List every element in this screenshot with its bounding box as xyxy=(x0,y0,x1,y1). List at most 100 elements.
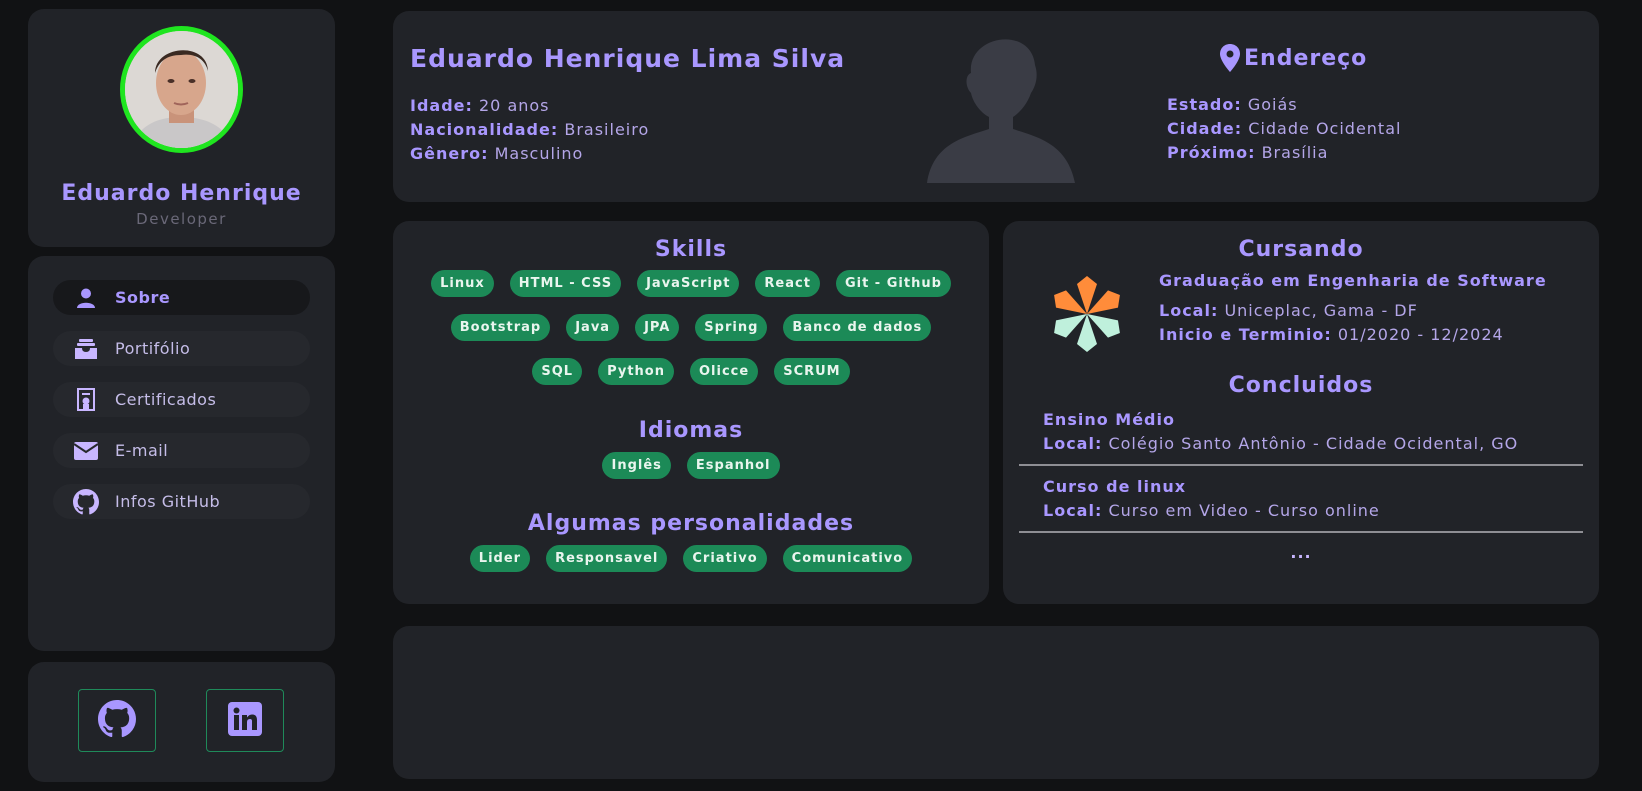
nav-item-portifolio[interactable]: Portifólio xyxy=(53,331,310,366)
course-local-label: Local: xyxy=(1159,301,1219,320)
skills-row-1: Linux HTML - CSS JavaScript React Git - … xyxy=(393,270,989,297)
completed-local-value: Colégio Santo Antônio - Cidade Ocidental… xyxy=(1108,434,1519,453)
state-value: Goiás xyxy=(1247,95,1298,114)
nationality-label: Nacionalidade: xyxy=(410,120,559,139)
language-chip: Inglês xyxy=(602,452,671,479)
nav-label-certificados: Certificados xyxy=(115,390,217,409)
trait-chip: Criativo xyxy=(683,545,767,572)
skill-chip: JPA xyxy=(635,314,680,341)
nav-item-certificados[interactable]: Certificados xyxy=(53,382,310,417)
envelope-icon xyxy=(73,438,99,464)
state-label: Estado: xyxy=(1167,95,1242,114)
traits-title: Algumas personalidades xyxy=(527,511,855,536)
skill-chip: Bootstrap xyxy=(450,314,551,341)
github-icon xyxy=(73,488,99,515)
sidebar-nav: Sobre Portifólio Certificados E-mail Inf… xyxy=(28,256,335,651)
nav-label-infos-github: Infos GitHub xyxy=(115,492,221,511)
skill-chip: Linux xyxy=(431,270,494,297)
completed-item-local: Local: Curso em Video - Curso online xyxy=(1043,501,1380,520)
profile-role: Developer xyxy=(136,210,227,228)
github-link-button[interactable] xyxy=(78,689,156,752)
map-pin-icon xyxy=(1220,44,1240,72)
certificate-icon xyxy=(73,387,99,413)
course-period-line: Inicio e Terminio: 01/2020 - 12/2024 xyxy=(1159,325,1504,344)
completed-local-label: Local: xyxy=(1043,501,1103,520)
age-value: 20 anos xyxy=(479,96,550,115)
avatar xyxy=(120,26,243,153)
age-line: Idade: 20 anos xyxy=(410,96,550,115)
skill-chip: Python xyxy=(598,358,674,385)
gender-value: Masculino xyxy=(494,144,584,163)
nav-item-email[interactable]: E-mail xyxy=(53,433,310,468)
nationality-value: Brasileiro xyxy=(564,120,650,139)
completed-local-label: Local: xyxy=(1043,434,1103,453)
address-title: Endereço xyxy=(1220,44,1367,72)
near-value: Brasília xyxy=(1261,143,1329,162)
personal-info-card: Eduardo Henrique Lima Silva Idade: 20 an… xyxy=(393,11,1599,202)
skill-chip: Olicce xyxy=(690,358,759,385)
inbox-icon xyxy=(73,336,99,362)
trait-chip: Comunicativo xyxy=(782,545,913,572)
city-value: Cidade Ocidental xyxy=(1248,119,1402,138)
skill-chip: React xyxy=(755,270,820,297)
profile-name: Eduardo Henrique xyxy=(61,181,302,206)
course-period-label: Inicio e Terminio: xyxy=(1159,325,1332,344)
current-course-title: Cursando xyxy=(1238,237,1364,262)
nav-label-email: E-mail xyxy=(115,441,169,460)
skill-chip: JavaScript xyxy=(637,270,740,297)
skills-row-2: Bootstrap Java JPA Spring Banco de dados xyxy=(393,314,989,341)
skills-row-3: SQL Python Olicce SCRUM xyxy=(393,358,989,385)
gender-label: Gênero: xyxy=(410,144,489,163)
user-icon xyxy=(73,285,99,311)
social-card xyxy=(28,662,335,782)
nav-item-infos-github[interactable]: Infos GitHub xyxy=(53,484,310,519)
skill-chip: SQL xyxy=(532,358,583,385)
course-local-line: Local: Uniceplac, Gama - DF xyxy=(1159,301,1418,320)
state-line: Estado: Goiás xyxy=(1167,95,1298,114)
language-chip: Espanhol xyxy=(686,452,780,479)
city-line: Cidade: Cidade Ocidental xyxy=(1167,119,1401,138)
person-silhouette-icon xyxy=(927,25,1075,187)
course-name: Graduação em Engenharia de Software xyxy=(1159,271,1547,290)
city-label: Cidade: xyxy=(1167,119,1243,138)
completed-item-local: Local: Colégio Santo Antônio - Cidade Oc… xyxy=(1043,434,1518,453)
divider xyxy=(1019,531,1583,533)
full-name: Eduardo Henrique Lima Silva xyxy=(410,44,846,73)
divider xyxy=(1019,464,1583,466)
gender-line: Gênero: Masculino xyxy=(410,144,583,163)
trait-chip: Lider xyxy=(469,545,531,572)
completed-item-name: Curso de linux xyxy=(1043,477,1187,496)
skill-chip: Java xyxy=(566,314,620,341)
languages-title: Idiomas xyxy=(638,418,744,443)
content-panel xyxy=(393,626,1599,779)
skill-chip: SCRUM xyxy=(774,358,850,385)
linkedin-icon xyxy=(228,701,262,740)
skill-chip: Banco de dados xyxy=(783,314,932,341)
course-local-value: Uniceplac, Gama - DF xyxy=(1224,301,1418,320)
completed-title: Concluidos xyxy=(1228,373,1374,398)
more-indicator: ... xyxy=(1290,543,1312,562)
skill-chip: Git - Github xyxy=(835,270,951,297)
nationality-line: Nacionalidade: Brasileiro xyxy=(410,120,649,139)
address-title-text: Endereço xyxy=(1244,45,1368,71)
education-card: Cursando Graduação em Engenharia de Soft… xyxy=(1003,221,1599,604)
nav-item-sobre[interactable]: Sobre xyxy=(53,280,310,315)
course-period-value: 01/2020 - 12/2024 xyxy=(1337,325,1504,344)
skills-title: Skills xyxy=(654,237,728,262)
near-line: Próximo: Brasília xyxy=(1167,143,1328,162)
age-label: Idade: xyxy=(410,96,473,115)
skill-chip: HTML - CSS xyxy=(509,270,622,297)
completed-local-value: Curso em Video - Curso online xyxy=(1108,501,1380,520)
nav-label-sobre: Sobre xyxy=(115,288,171,307)
trait-chip: Responsavel xyxy=(546,545,668,572)
profile-card: Eduardo Henrique Developer xyxy=(28,9,335,247)
completed-item-name: Ensino Médio xyxy=(1043,410,1175,429)
traits-row: Lider Responsavel Criativo Comunicativo xyxy=(393,545,989,572)
near-label: Próximo: xyxy=(1167,143,1256,162)
university-logo-icon xyxy=(1050,274,1124,358)
skills-card: Skills Linux HTML - CSS JavaScript React… xyxy=(393,221,989,604)
skill-chip: Spring xyxy=(695,314,768,341)
nav-label-portifolio: Portifólio xyxy=(115,339,191,358)
linkedin-link-button[interactable] xyxy=(206,689,284,752)
languages-row: Inglês Espanhol xyxy=(393,452,989,479)
